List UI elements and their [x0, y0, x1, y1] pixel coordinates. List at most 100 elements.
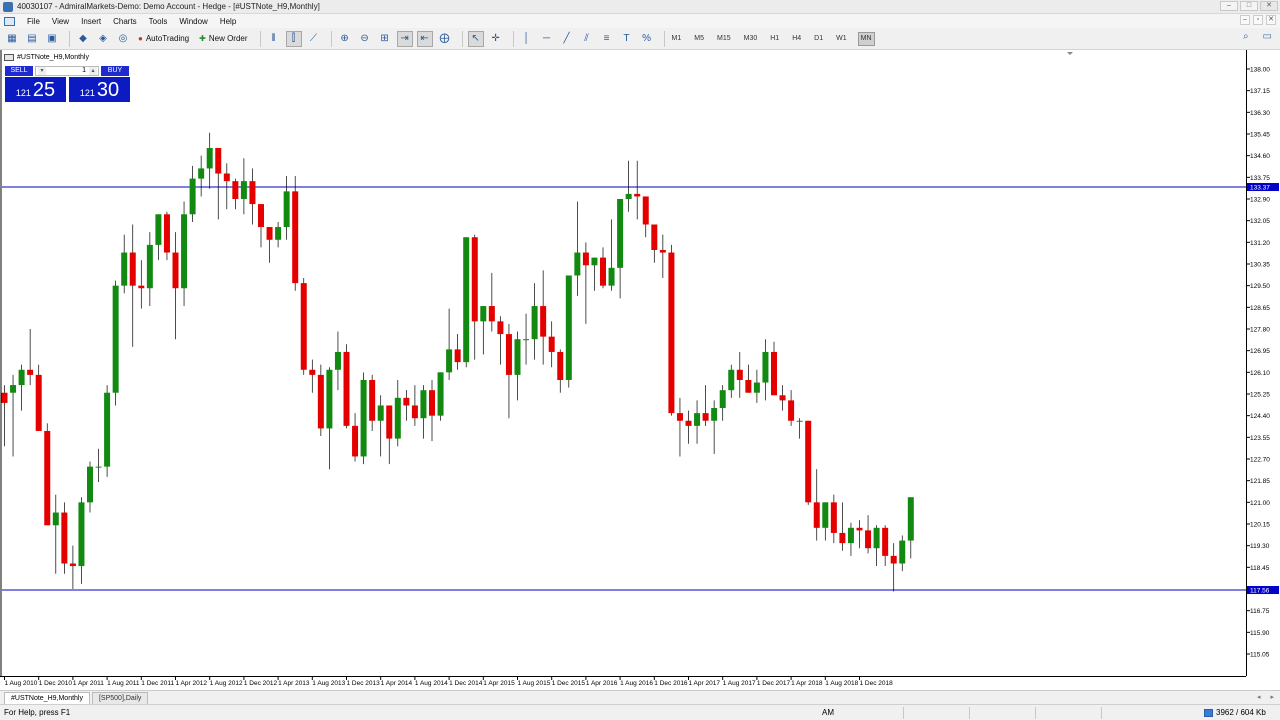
bull-candle — [155, 214, 162, 245]
tab-scroll-left-icon[interactable]: ◂ — [1257, 693, 1261, 701]
menu-window[interactable]: Window — [173, 17, 213, 26]
toolbar-divider — [461, 30, 463, 47]
tile-windows-icon[interactable]: ⊞ — [377, 31, 393, 47]
tab-ustnote-monthly[interactable]: #USTNote_H9,Monthly — [4, 692, 90, 704]
shapes-icon[interactable]: % — [639, 31, 655, 47]
mdi-close-button[interactable]: ✕ — [1266, 15, 1276, 25]
chart-window[interactable]: 138.00 137.15 136.30 135.45 134.60 133.75 132.… — [0, 50, 1280, 690]
timeframe-h4[interactable]: H4 — [790, 32, 803, 46]
bear-candle — [505, 334, 512, 375]
time-tick-label: 1 Apr 2014 — [381, 680, 413, 687]
bull-candle — [822, 502, 829, 528]
bull-candle — [728, 369, 735, 391]
bear-candle — [634, 193, 641, 197]
toolbar-divider — [259, 30, 261, 47]
price-tick-label: 121.00 — [1250, 500, 1270, 507]
time-tick-label: 1 Dec 2018 — [860, 680, 894, 687]
text-icon[interactable]: T — [619, 31, 635, 47]
timeframe-m15[interactable]: M15 — [715, 32, 733, 46]
close-button[interactable]: ✕ — [1260, 1, 1278, 11]
horizontal-line-icon[interactable]: ─ — [539, 31, 555, 47]
bull-candle — [565, 275, 572, 380]
sell-button[interactable]: SELL — [5, 66, 33, 76]
timeframe-h1[interactable]: H1 — [768, 32, 781, 46]
timeframe-m5[interactable]: M5 — [692, 32, 706, 46]
bear-candle — [676, 413, 683, 421]
timeframe-w1[interactable]: W1 — [834, 32, 849, 46]
time-tick-label: 1 Dec 2014 — [449, 680, 483, 687]
candlestick-icon[interactable]: ⫿ — [285, 30, 302, 47]
candlestick-chart[interactable]: 138.00 137.15 136.30 135.45 134.60 133.75 132.… — [0, 50, 1280, 690]
timeframe-d1[interactable]: D1 — [812, 32, 825, 46]
bull-candle — [189, 178, 196, 215]
zoom-in-icon[interactable]: ⊕ — [337, 31, 353, 47]
trendline-icon[interactable]: ╱ — [559, 31, 575, 47]
zoom-out-icon[interactable]: ⊖ — [357, 31, 373, 47]
bear-candle — [343, 351, 350, 426]
timeframe-m30[interactable]: M30 — [742, 32, 760, 46]
status-cells — [903, 707, 1167, 719]
bull-candle — [625, 193, 632, 199]
bear-candle — [223, 173, 230, 182]
menu-insert[interactable]: Insert — [75, 17, 107, 26]
line-chart-icon[interactable]: ⟋ — [306, 31, 322, 47]
terminal-icon[interactable]: ◈ — [95, 31, 111, 47]
timeframe-mn[interactable]: MN — [857, 31, 875, 46]
bear-candle — [309, 369, 316, 375]
bull-candle — [360, 379, 367, 457]
price-tick-label: 123.55 — [1250, 435, 1270, 442]
crosshair-icon[interactable]: ✛ — [488, 31, 504, 47]
search-icon[interactable]: ⌕ — [1243, 31, 1249, 42]
bear-candle — [651, 224, 658, 250]
price-tick-label: 127.80 — [1250, 327, 1270, 334]
buy-button[interactable]: BUY — [101, 66, 129, 76]
auto-scroll-icon[interactable]: ⇥ — [396, 30, 413, 47]
sell-price-box[interactable]: 121 25 — [5, 77, 66, 102]
new-order-icon: ✚ — [199, 34, 206, 43]
lot-decrease-icon[interactable]: ▾ — [38, 67, 46, 75]
new-order-label: New Order — [208, 34, 248, 43]
menu-file[interactable]: File — [21, 17, 46, 26]
buy-price-prefix: 121 — [79, 88, 95, 98]
bull-candle — [523, 339, 530, 341]
bar-chart-icon[interactable]: ⫴ — [266, 31, 282, 47]
tab-scroll-right-icon[interactable]: ▸ — [1270, 693, 1274, 701]
new-order-button[interactable]: ✚ New Order — [196, 31, 250, 47]
time-tick-label: 1 Aug 2011 — [107, 680, 140, 687]
menu-help[interactable]: Help — [214, 17, 242, 26]
status-cell — [1035, 707, 1101, 719]
bull-candle — [847, 527, 854, 544]
fibonacci-icon[interactable]: ≡ — [599, 31, 615, 47]
price-tick-label: 138.00 — [1250, 67, 1270, 74]
buy-price-box[interactable]: 121 30 — [69, 77, 130, 102]
menu-tools[interactable]: Tools — [143, 17, 174, 26]
chart-tabs: #USTNote_H9,Monthly [SP500],Daily ◂ ▸ — [0, 690, 1280, 704]
new-chart-icon[interactable]: ▦ — [4, 31, 20, 47]
chat-icon[interactable]: ▭ — [1263, 31, 1272, 42]
mdi-restore-button[interactable]: ▫ — [1253, 15, 1263, 25]
chart-shift-icon[interactable]: ⇤ — [416, 30, 433, 47]
price-tick-label: 120.15 — [1250, 522, 1270, 529]
vertical-line-icon[interactable]: │ — [519, 31, 535, 47]
strategy-tester-icon[interactable]: ◎ — [115, 31, 131, 47]
time-tick-label: 1 Aug 2012 — [210, 680, 243, 687]
lot-increase-icon[interactable]: ▴ — [89, 67, 97, 75]
menu-view[interactable]: View — [46, 17, 75, 26]
menu-charts[interactable]: Charts — [107, 17, 143, 26]
market-watch-icon[interactable]: ▣ — [44, 31, 60, 47]
lot-size-input[interactable]: ▾ 1 ▴ — [35, 66, 99, 76]
channel-icon[interactable]: ⫽ — [579, 31, 595, 47]
profiles-icon[interactable]: ▤ — [24, 31, 40, 47]
status-traffic: 3962 / 604 Kb — [1204, 708, 1266, 717]
autotrading-button[interactable]: ● AutoTrading — [135, 31, 192, 47]
chart-menu-icon[interactable] — [4, 54, 14, 61]
timeframe-m1[interactable]: M1 — [670, 32, 684, 46]
navigator-icon[interactable]: ◆ — [75, 31, 91, 47]
tab-sp500-daily[interactable]: [SP500],Daily — [91, 692, 149, 704]
bull-candle — [591, 257, 598, 266]
indicators-icon[interactable]: ⨁ — [437, 31, 453, 47]
cursor-icon[interactable]: ↖ — [467, 30, 484, 47]
minimize-button[interactable]: – — [1220, 1, 1238, 11]
mdi-minimize-button[interactable]: – — [1240, 15, 1250, 25]
maximize-button[interactable]: □ — [1240, 1, 1258, 11]
